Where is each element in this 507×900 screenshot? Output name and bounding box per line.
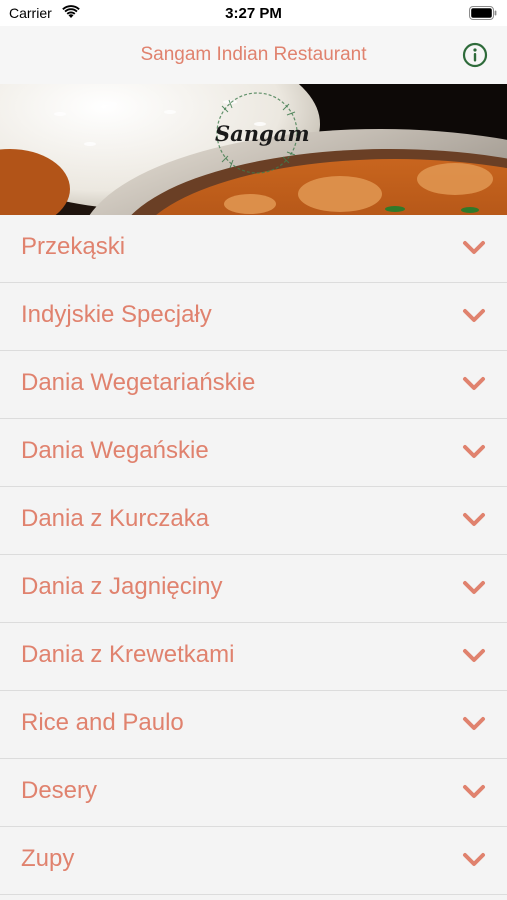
hero-banner: Sangam — [0, 84, 507, 215]
menu-category-label: Indyjskie Specjały — [21, 301, 212, 328]
menu-category-row[interactable]: Indyjskie Specjały — [0, 283, 507, 351]
menu-category-row[interactable]: Dania Wegetariańskie — [0, 351, 507, 419]
chevron-down-icon — [463, 513, 485, 526]
battery-icon — [469, 6, 497, 20]
chevron-down-icon — [463, 649, 485, 662]
menu-category-row[interactable]: Dania z Jagnięciny — [0, 555, 507, 623]
page-title: Sangam Indian Restaurant — [140, 44, 367, 65]
menu-category-row[interactable]: Przekąski — [0, 215, 507, 283]
menu-category-row[interactable]: Zupy — [0, 827, 507, 895]
restaurant-logo: Sangam — [215, 121, 310, 146]
navigation-bar: Sangam Indian Restaurant — [0, 26, 507, 84]
chevron-down-icon — [463, 377, 485, 390]
food-photo — [0, 84, 507, 215]
chevron-down-icon — [463, 581, 485, 594]
menu-category-label: Dania z Krewetkami — [21, 641, 235, 668]
chevron-down-icon — [463, 853, 485, 866]
menu-category-row[interactable]: Dania Wegańskie — [0, 419, 507, 487]
chevron-down-icon — [463, 309, 485, 322]
menu-category-label: Zupy — [21, 845, 75, 872]
chevron-down-icon — [463, 445, 485, 458]
menu-category-row[interactable]: Dania z Krewetkami — [0, 623, 507, 691]
status-bar: Carrier 3:27 PM — [0, 0, 507, 26]
menu-category-label: Przekąski — [21, 233, 126, 260]
status-time: 3:27 PM — [225, 5, 282, 22]
chevron-down-icon — [463, 241, 485, 254]
menu-category-list: Przekąski Indyjskie Specjały Dania Weget… — [0, 215, 507, 895]
chevron-down-icon — [463, 717, 485, 730]
menu-category-label: Dania Wegańskie — [21, 437, 209, 464]
menu-category-row[interactable]: Desery — [0, 759, 507, 827]
menu-category-label: Rice and Paulo — [21, 709, 184, 736]
chevron-down-icon — [463, 785, 485, 798]
info-icon[interactable] — [462, 42, 488, 68]
menu-category-label: Desery — [21, 777, 98, 804]
menu-category-row[interactable]: Rice and Paulo — [0, 691, 507, 759]
menu-category-label: Dania Wegetariańskie — [21, 369, 256, 396]
menu-category-label: Dania z Kurczaka — [21, 505, 210, 532]
menu-category-row[interactable]: Dania z Kurczaka — [0, 487, 507, 555]
menu-category-label: Dania z Jagnięciny — [21, 573, 223, 600]
